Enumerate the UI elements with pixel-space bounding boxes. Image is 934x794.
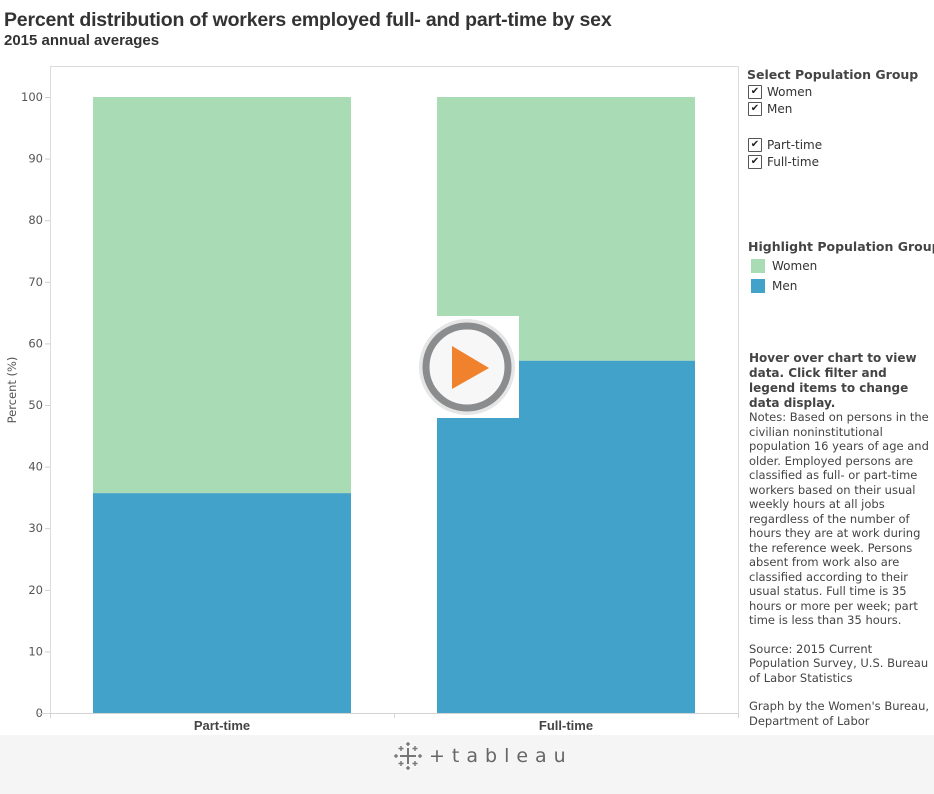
legend-label: Women bbox=[772, 259, 818, 273]
x-tick-label: Full-time bbox=[539, 718, 593, 733]
checkbox-checked-icon[interactable]: ✔ bbox=[748, 101, 762, 116]
x-tick-label: Part-time bbox=[194, 718, 250, 733]
y-tick-label: 60 bbox=[28, 336, 43, 350]
y-tick-label: 30 bbox=[28, 521, 43, 535]
plus-glyph: + bbox=[429, 745, 452, 767]
y-tick-label: 50 bbox=[28, 398, 43, 412]
source-text: Source: 2015 Current Population Survey, … bbox=[749, 641, 929, 685]
credit-text: Graph by the Women's Bureau, Department … bbox=[749, 699, 930, 728]
notes-text: Notes: Based on persons in the civilian … bbox=[749, 410, 929, 627]
y-tick-label: 40 bbox=[28, 460, 43, 474]
filter-heading: Select Population Group bbox=[747, 67, 919, 82]
legend-item-women[interactable]: Women bbox=[748, 256, 934, 276]
filter-label: Full-time bbox=[767, 154, 819, 169]
filter-label: Men bbox=[767, 101, 793, 116]
highlight-legend: Highlight Population Group Women Men bbox=[748, 239, 934, 296]
filter-men[interactable]: ✔ Men bbox=[747, 100, 933, 117]
y-tick-label: 20 bbox=[28, 583, 43, 597]
legend-item-men[interactable]: Men bbox=[748, 276, 934, 296]
legend-label: Men bbox=[772, 279, 798, 293]
legend-swatch-men bbox=[751, 279, 765, 293]
tableau-logo-link[interactable]: +tableau bbox=[393, 741, 573, 771]
x-axis: Part-time Full-time bbox=[38, 713, 739, 733]
bar-women-part-time[interactable]: Women Part-time: 64.3% bbox=[93, 97, 351, 494]
filter-label: Part-time bbox=[767, 137, 823, 152]
y-tick-label: 80 bbox=[28, 213, 43, 227]
filter-label: Women bbox=[767, 84, 813, 99]
y-tick-label: 70 bbox=[28, 275, 43, 289]
bars: Men Part-time: 35.7%Women Part-time: 64.… bbox=[93, 97, 695, 713]
legend-swatch-women bbox=[751, 259, 765, 273]
bar-men-part-time[interactable]: Men Part-time: 35.7% bbox=[93, 493, 351, 713]
hover-instructions: Hover over chart to view data. Click fil… bbox=[749, 351, 917, 410]
y-tick-label: 100 bbox=[21, 90, 43, 104]
checkbox-checked-icon[interactable]: ✔ bbox=[748, 137, 762, 152]
y-tick-label: 10 bbox=[28, 644, 43, 658]
y-tick-label: 90 bbox=[28, 152, 43, 166]
filter-women[interactable]: ✔ Women bbox=[747, 83, 933, 100]
notes-section: Notes: Based on persons in the civilian … bbox=[749, 410, 933, 742]
checkbox-checked-icon[interactable]: ✔ bbox=[748, 154, 762, 169]
brand-text: tableau bbox=[451, 745, 573, 767]
checkbox-checked-icon[interactable]: ✔ bbox=[748, 84, 762, 99]
tableau-logo-icon bbox=[394, 742, 422, 770]
play-icon bbox=[419, 319, 515, 415]
tableau-wordmark: +tableau bbox=[429, 745, 573, 767]
filter-full-time[interactable]: ✔ Full-time bbox=[747, 153, 933, 170]
filter-part-time[interactable]: ✔ Part-time bbox=[747, 136, 933, 153]
y-axis-label: Percent (%) bbox=[5, 357, 19, 424]
legend-heading: Highlight Population Group bbox=[748, 239, 934, 254]
y-axis: 0102030405060708090100 bbox=[21, 90, 50, 720]
population-filter: Select Population Group ✔ Women ✔ Men ✔ … bbox=[747, 67, 933, 170]
play-button[interactable] bbox=[417, 316, 519, 418]
